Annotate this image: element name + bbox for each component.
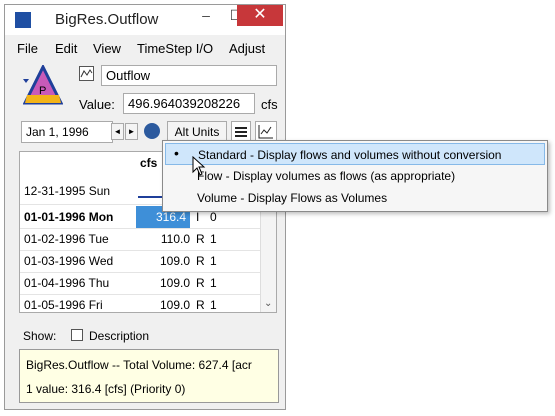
info-selected-value: 1 value: 316.4 [cfs] (Priority 0)	[26, 382, 186, 396]
row-flag: R	[196, 276, 205, 290]
row-flag: I	[196, 210, 200, 224]
menu-bar: File Edit View TimeStep I/O Adjust	[5, 39, 285, 59]
table-row[interactable]: 01-02-1996 Tue 110.0 R 1	[20, 228, 260, 250]
row-date: 01-01-1996 Mon	[24, 210, 114, 224]
row-priority: 1	[210, 276, 217, 290]
menu-adjust[interactable]: Adjust	[229, 41, 265, 56]
chart-icon	[258, 125, 273, 139]
globe-icon[interactable]	[144, 123, 160, 139]
alt-units-menu: • Standard - Display flows and volumes w…	[162, 140, 548, 212]
table-row[interactable]: 01-05-1996 Fri 109.0 R 1	[20, 294, 260, 312]
slot-name-field[interactable]: Outflow	[101, 65, 277, 86]
table-row[interactable]: 01-04-1996 Thu 109.0 R 1	[20, 272, 260, 294]
svg-text:P: P	[39, 85, 46, 97]
row-value[interactable]: 109.0	[136, 272, 190, 294]
row-date: 12-31-1995 Sun	[24, 184, 111, 198]
close-button[interactable]: ✕	[237, 5, 283, 26]
plot-icon[interactable]	[79, 66, 94, 81]
list-icon	[235, 127, 247, 137]
menu-edit[interactable]: Edit	[55, 41, 77, 56]
selected-bullet-icon: •	[174, 145, 179, 161]
table-row[interactable]: 01-03-1996 Wed 109.0 R 1	[20, 250, 260, 272]
menu-item-label: Standard - Display flows and volumes wit…	[198, 148, 502, 162]
row-date: 01-02-1996 Tue	[24, 232, 109, 246]
menu-item-volume[interactable]: Volume - Display Flows as Volumes	[165, 187, 545, 209]
row-value[interactable]: 109.0	[136, 250, 190, 272]
mouse-cursor-icon	[192, 156, 206, 176]
description-checkbox[interactable]	[71, 329, 83, 341]
next-date-button[interactable]: ►	[125, 123, 138, 140]
menu-item-flow[interactable]: Flow - Display volumes as flows (as appr…	[165, 165, 545, 187]
unit-label: cfs	[261, 97, 278, 112]
row-priority: 1	[210, 298, 217, 312]
row-date: 01-03-1996 Wed	[24, 254, 114, 268]
show-label: Show:	[23, 329, 57, 343]
prev-date-button[interactable]: ◄	[111, 123, 124, 140]
menu-item-label: Volume - Display Flows as Volumes	[197, 191, 388, 205]
reservoir-icon: P	[23, 65, 63, 105]
row-date: 01-05-1996 Fri	[24, 298, 103, 312]
row-priority: 0	[210, 210, 217, 224]
app-logo-icon	[15, 12, 31, 28]
minimize-button[interactable]: –	[191, 5, 221, 27]
scroll-down-icon[interactable]: ⌄	[264, 298, 272, 309]
row-priority: 1	[210, 254, 217, 268]
column-header-units: cfs	[140, 156, 158, 170]
menu-item-label: Flow - Display volumes as flows (as appr…	[197, 169, 456, 183]
row-value[interactable]: 110.0	[136, 228, 190, 250]
description-label[interactable]: Description	[89, 329, 149, 343]
row-value[interactable]: 109.0	[136, 294, 190, 312]
menu-item-standard[interactable]: • Standard - Display flows and volumes w…	[165, 143, 545, 165]
value-label: Value:	[79, 97, 115, 112]
row-flag: R	[196, 298, 205, 312]
info-panel: BigRes.Outflow -- Total Volume: 627.4 [a…	[19, 349, 279, 403]
title-bar[interactable]: BigRes.Outflow – ☐ ✕	[5, 5, 285, 35]
row-date: 01-04-1996 Thu	[24, 276, 110, 290]
date-field[interactable]: Jan 1, 1996	[21, 121, 113, 143]
info-total-volume: BigRes.Outflow -- Total Volume: 627.4 [a…	[26, 358, 252, 372]
menu-view[interactable]: View	[93, 41, 121, 56]
menu-timestep-io[interactable]: TimeStep I/O	[137, 41, 213, 56]
window-title: BigRes.Outflow	[55, 11, 159, 28]
menu-file[interactable]: File	[17, 41, 38, 56]
row-flag: R	[196, 254, 205, 268]
row-flag: R	[196, 232, 205, 246]
value-field[interactable]: 496.964039208226	[123, 93, 255, 114]
row-priority: 1	[210, 232, 217, 246]
